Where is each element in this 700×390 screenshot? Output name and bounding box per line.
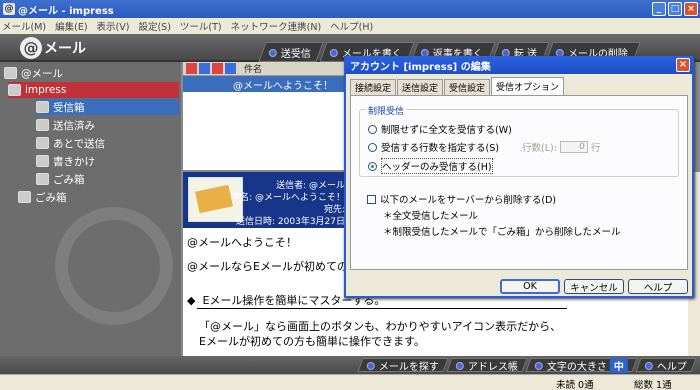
title-bar: @ @メール - impress _ □ ×	[0, 0, 700, 18]
line-count-input[interactable]: 0	[559, 141, 588, 153]
tab-connection[interactable]: 接続設定	[350, 79, 397, 95]
mail-list-row[interactable]: @メールへようこそ！	[183, 76, 350, 92]
send-later-icon	[36, 137, 49, 149]
checkbox-box	[367, 194, 376, 204]
watermark-logo	[55, 207, 173, 325]
limit-receive-label: 制限受信	[366, 104, 407, 117]
delete-note-2: ＊制限受信したメールで「ごみ箱」から削除したメール	[383, 227, 621, 238]
radio-circle	[368, 124, 377, 134]
window-title: @メール - impress	[18, 5, 114, 17]
body-line-4: 「@メール」なら画面上のボタンも、わかりやすいアイコン表示だから、	[199, 320, 562, 333]
dialog-title: アカウント [impress] の編集	[350, 61, 491, 73]
tree-sent[interactable]: 送信済み	[36, 117, 95, 133]
font-size-value: 中	[610, 357, 628, 373]
preview-header: 送信者: @メール 件名: @メールへようこそ！ 宛先: 送信日時: 2003年…	[183, 172, 353, 228]
compose-icon	[330, 48, 338, 56]
logo-text: メール	[44, 41, 86, 57]
sent-icon	[36, 119, 49, 131]
minimize-button[interactable]: _	[652, 2, 666, 16]
radio-header-only[interactable]: ヘッダーのみ受信する(H)	[368, 158, 493, 174]
account-icon	[8, 84, 21, 96]
delete-note-1: ＊全文受信したメール	[383, 211, 479, 222]
menu-settings[interactable]: 設定(S)	[138, 19, 170, 33]
send-receive-icon	[269, 48, 277, 56]
inbox-icon	[36, 101, 49, 113]
cancel-button[interactable]: キャンセル	[564, 279, 624, 294]
tree-drafts[interactable]: 書きかけ	[36, 153, 95, 169]
folder-tree: @メール impress 受信箱 送信済み あとで送信 書きかけ ごみ箱 ごみ箱	[0, 62, 181, 372]
ok-button[interactable]: OK	[500, 279, 560, 294]
radio-circle	[368, 142, 377, 152]
close-button[interactable]: ×	[684, 2, 698, 16]
search-mail-button[interactable]: メールを探す	[357, 358, 449, 373]
tab-receive[interactable]: 受信設定	[444, 79, 491, 95]
search-icon	[367, 361, 375, 369]
tree-send-later[interactable]: あとで送信	[36, 135, 105, 151]
preview-date: 送信日時: 2003年3月27日	[236, 217, 345, 227]
delete-icon	[556, 48, 565, 56]
account-edit-dialog: アカウント [impress] の編集 × 接続設定 送信設定 受信設定 受信オ…	[344, 56, 694, 298]
menu-mail[interactable]: メール(M)	[2, 19, 46, 33]
body-rule	[197, 308, 567, 309]
draft-icon	[36, 155, 49, 167]
status-bar: 未読 0通 総数 1通	[0, 374, 700, 390]
menu-edit[interactable]: 編集(E)	[55, 19, 87, 33]
tree-trash-sub[interactable]: ごみ箱	[36, 171, 85, 187]
mailbox-icon	[4, 67, 17, 79]
tree-account-impress[interactable]: impress	[8, 82, 179, 98]
mail-status-icon[interactable]	[225, 63, 236, 74]
address-book-icon	[456, 361, 464, 369]
dialog-close-button[interactable]: ×	[676, 58, 690, 72]
mail-list[interactable]	[183, 92, 350, 170]
address-book-button[interactable]: アドレス帳	[446, 358, 528, 373]
body-line-1: @メールへようこそ！	[187, 236, 297, 249]
bottom-toolbar: メールを探す アドレス帳 文字の大きさ中 ヘルプ	[0, 356, 700, 374]
trash-icon	[36, 173, 49, 185]
radio-circle-selected	[368, 161, 377, 171]
menu-network[interactable]: ネットワーク連携(N)	[231, 19, 322, 33]
maximize-button[interactable]: □	[668, 2, 682, 16]
body-line-5: Eメールが初めての方も簡単に操作できます。	[199, 335, 425, 348]
help-icon	[645, 361, 653, 369]
help-button[interactable]: ヘルプ	[635, 358, 697, 373]
dialog-title-bar: アカウント [impress] の編集 ×	[346, 56, 692, 74]
tab-receive-options[interactable]: 受信オプション	[491, 77, 565, 95]
font-size-icon	[535, 361, 543, 369]
attachment-icon[interactable]	[199, 63, 210, 74]
status-unread: 未読 0通	[556, 380, 594, 390]
send-receive-button[interactable]: 送受信	[258, 42, 324, 62]
dialog-tabs: 接続設定 送信設定 受信設定 受信オプション	[350, 77, 565, 95]
receive-options-panel: 制限受信 制限せずに全文を受信する(W) 受信する行数を指定する(S) 行数(L…	[350, 95, 688, 270]
menu-view[interactable]: 表示(V)	[97, 19, 130, 33]
line-count-field-group: 行数(L): 0 行	[522, 141, 601, 154]
tab-send[interactable]: 送信設定	[397, 79, 444, 95]
app-icon: @	[3, 3, 15, 15]
menu-tools[interactable]: ツール(T)	[180, 19, 222, 33]
body-line-2: @メールならEメールが初めての	[187, 260, 348, 273]
mail-list-header: 件名	[183, 62, 350, 76]
radio-no-limit[interactable]: 制限せずに全文を受信する(W)	[368, 122, 512, 136]
checkbox-delete-from-server[interactable]: 以下のメールをサーバーから削除する(D)	[367, 192, 556, 206]
trash-icon	[18, 191, 31, 203]
reply-icon	[421, 48, 429, 56]
priority-icon[interactable]	[212, 63, 223, 74]
flag-icon[interactable]	[186, 63, 197, 74]
forward-icon	[502, 48, 510, 56]
tree-trash[interactable]: ごみ箱	[18, 189, 67, 205]
status-total: 総数 1通	[634, 380, 672, 390]
font-size-button[interactable]: 文字の大きさ中	[525, 357, 638, 373]
tree-root[interactable]: @メール	[4, 65, 63, 81]
at-logo-icon: @	[20, 37, 42, 59]
limit-receive-group: 制限受信 制限せずに全文を受信する(W) 受信する行数を指定する(S) 行数(L…	[359, 104, 679, 177]
column-subject[interactable]: 件名	[244, 62, 262, 75]
menu-bar: メール(M) 編集(E) 表示(V) 設定(S) ツール(T) ネットワーク連携…	[0, 18, 700, 34]
menu-help[interactable]: ヘルプ(H)	[330, 19, 373, 33]
mail-app-window: @ @メール - impress _ □ × メール(M) 編集(E) 表示(V…	[0, 0, 700, 390]
dialog-help-button[interactable]: ヘルプ	[628, 279, 688, 294]
tree-inbox[interactable]: 受信箱	[36, 99, 179, 115]
app-logo: @ メール	[20, 37, 86, 59]
radio-line-count[interactable]: 受信する行数を指定する(S)	[368, 140, 499, 154]
